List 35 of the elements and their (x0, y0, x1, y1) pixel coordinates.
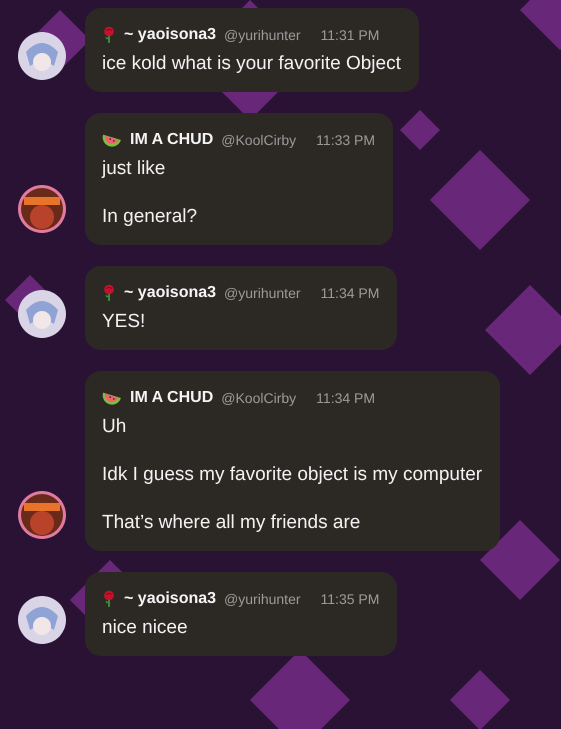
user-handle: @KoolCirby (221, 132, 296, 148)
author-name[interactable]: ~ yaoisona3 (124, 590, 216, 608)
timestamp: 11:35 PM (320, 591, 380, 607)
diamond (520, 0, 561, 50)
author-name[interactable]: IM A CHUD (130, 131, 214, 149)
watermelon-icon (102, 132, 122, 148)
rose-icon (102, 590, 116, 608)
timestamp: 11:34 PM (316, 390, 376, 406)
user-handle: @yurihunter (224, 591, 301, 607)
timestamp: 11:33 PM (316, 132, 376, 148)
rose-icon (102, 26, 116, 44)
avatar-icon[interactable] (18, 185, 66, 233)
diamond (450, 670, 510, 729)
user-handle: @yurihunter (224, 27, 301, 43)
timestamp: 11:34 PM (320, 285, 380, 301)
avatar-icon[interactable] (18, 596, 66, 644)
message-text: That’s where all my friends are (102, 511, 362, 535)
message-text: YES! (102, 310, 146, 334)
timestamp: 11:31 PM (320, 27, 380, 43)
message-text: ice kold what is your favorite Object (102, 52, 401, 76)
watermelon-icon (102, 390, 122, 406)
avatar-icon[interactable] (18, 32, 66, 80)
message-text: Uh (102, 415, 128, 439)
rose-icon (102, 284, 116, 302)
avatar-icon[interactable] (18, 290, 66, 338)
message-text: In general? (102, 205, 198, 229)
user-handle: @yurihunter (224, 285, 301, 301)
user-handle: @KoolCirby (221, 390, 296, 406)
avatar-icon[interactable] (18, 491, 66, 539)
author-name[interactable]: ~ yaoisona3 (124, 26, 216, 44)
message-text: Idk I guess my favorite object is my computer (102, 463, 482, 487)
message-text: just like (102, 157, 166, 181)
author-name[interactable]: ~ yaoisona3 (124, 284, 216, 302)
author-name[interactable]: IM A CHUD (130, 389, 214, 407)
message-text: nice nicee (102, 616, 189, 640)
